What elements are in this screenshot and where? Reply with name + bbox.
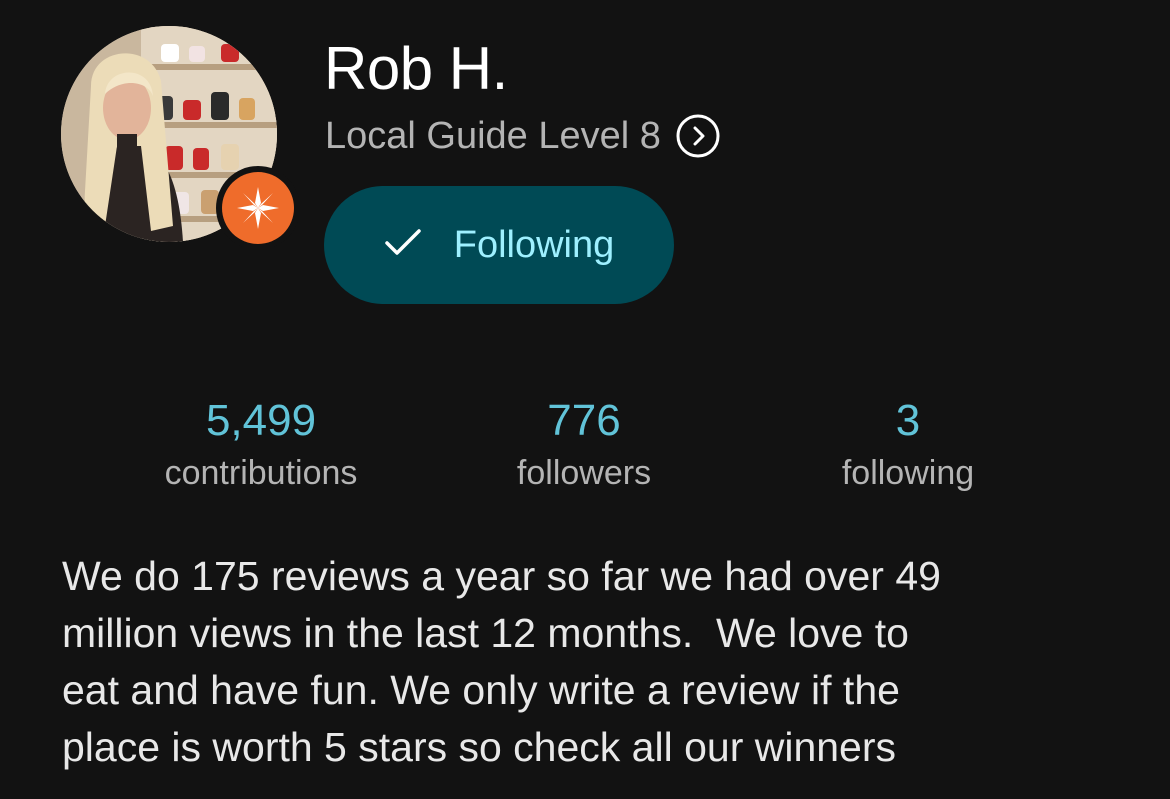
contributions-label: contributions [164, 454, 358, 492]
chevron-right-circle-icon [675, 113, 721, 159]
followers-label: followers [516, 454, 652, 492]
following-count: 3 [895, 396, 921, 445]
stat-contributions[interactable]: 5,499 contributions [111, 392, 411, 496]
local-guide-badge-icon [222, 172, 294, 244]
stat-followers[interactable]: 776 followers [434, 392, 734, 496]
local-guide-badge [216, 166, 300, 250]
contributions-count: 5,499 [205, 396, 317, 445]
followers-count: 776 [547, 396, 621, 445]
local-guide-level: Local Guide Level 8 [325, 114, 661, 157]
following-button[interactable]: Following [324, 186, 674, 304]
stat-following[interactable]: 3 following [758, 392, 1058, 496]
following-label: following [841, 454, 975, 492]
profile-bio: We do 175 reviews a year so far we had o… [62, 553, 941, 770]
local-guide-level-link[interactable]: Local Guide Level 8 [325, 110, 721, 162]
following-button-label: Following [453, 223, 615, 266]
check-icon [384, 228, 422, 263]
profile-name: Rob H. [324, 35, 508, 102]
